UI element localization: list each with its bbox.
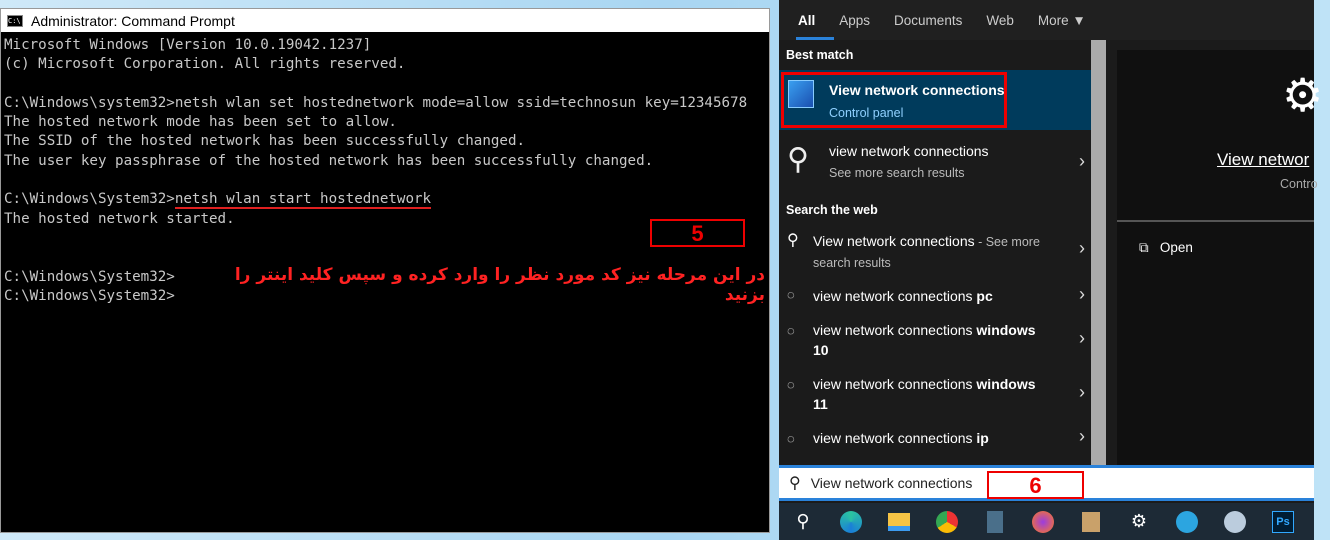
chevron-right-icon: › [1079, 426, 1085, 446]
step-6-label: 6 [987, 471, 1084, 499]
suggestion-item[interactable]: ◌ view network connections ip › [779, 426, 1091, 458]
tab-documents[interactable]: Documents [894, 13, 962, 28]
highlight-box [781, 72, 1007, 128]
search-icon: ⚲ [789, 475, 801, 492]
tab-web[interactable]: Web [986, 13, 1014, 28]
step-5-label: 5 [650, 219, 745, 247]
best-match-heading: Best match [786, 48, 854, 62]
search-web-heading: Search the web [786, 203, 878, 217]
settings-icon[interactable]: ⚙ [1115, 503, 1163, 540]
taskbar: ⚲ ⚙ Ps [779, 503, 1314, 540]
suggestion-item[interactable]: ◌ view network connections windows 10 › [779, 320, 1091, 368]
title-bar: C:\ Administrator: Command Prompt [1, 9, 769, 32]
window-title: Administrator: Command Prompt [31, 12, 235, 29]
search-icon: ⚲ [787, 232, 799, 249]
divider [1117, 220, 1314, 222]
telegram-icon[interactable] [1163, 503, 1211, 540]
open-action[interactable]: ⧉ Open [1139, 240, 1193, 256]
tab-apps[interactable]: Apps [839, 13, 870, 28]
web-result-item[interactable]: ⚲ View network connections - See more se… [779, 228, 1091, 276]
suggestion-item[interactable]: ◌ view network connections pc › [779, 284, 1091, 314]
instruction-note: در این مرحله نیز کد مورد نظر را وارد کرد… [234, 265, 765, 305]
calculator-icon[interactable] [971, 503, 1019, 540]
search-icon[interactable]: ⚲ [779, 503, 827, 540]
results-list: Best match View network connections Cont… [779, 40, 1091, 465]
gear-icon: ⚙ [1282, 69, 1324, 121]
windows-search-panel: All Apps Documents Web More ▼ Best match… [779, 0, 1323, 540]
see-more-results-item[interactable]: ⚲ view network connections See more sear… [779, 138, 1091, 188]
suggestion-item[interactable]: ◌ view network connections windows 11 › [779, 374, 1091, 422]
cmd-icon: C:\ [7, 14, 23, 27]
preview-pane: ⚙ View networ Contro ⧉ Open [1117, 50, 1323, 465]
chrome-icon[interactable] [923, 503, 971, 540]
best-match-item[interactable]: View network connections Control panel [779, 70, 1091, 130]
command-2: netsh wlan start hostednetwork [174, 191, 432, 210]
search-input: View network connections [810, 475, 973, 491]
firefox-icon[interactable] [1019, 503, 1067, 540]
chat-search-icon: ◌ [787, 287, 795, 302]
chevron-right-icon: › [1079, 328, 1085, 348]
tab-all[interactable]: All [795, 13, 835, 40]
chevron-right-icon: › [1079, 284, 1085, 304]
chat-search-icon: ◌ [787, 377, 795, 392]
chevron-right-icon: › [1079, 151, 1085, 171]
open-icon: ⧉ [1139, 240, 1149, 255]
search-tabs: All Apps Documents Web More ▼ [779, 0, 1314, 40]
tab-more[interactable]: More ▼ [1038, 13, 1086, 28]
search-icon: ⚲ [787, 143, 809, 176]
file-explorer-icon[interactable] [875, 503, 923, 540]
edge-icon[interactable] [827, 503, 875, 540]
disk-app-icon[interactable] [1211, 503, 1259, 540]
app-installer-icon[interactable] [1067, 503, 1115, 540]
chat-search-icon: ◌ [787, 323, 795, 338]
photoshop-icon[interactable]: Ps [1259, 503, 1307, 540]
chevron-right-icon: › [1079, 382, 1085, 402]
command-1: netsh wlan set hostednetwork mode=allow … [174, 94, 748, 111]
scrollbar[interactable] [1091, 40, 1106, 465]
chat-search-icon: ◌ [787, 431, 795, 446]
chevron-right-icon: › [1079, 238, 1085, 258]
